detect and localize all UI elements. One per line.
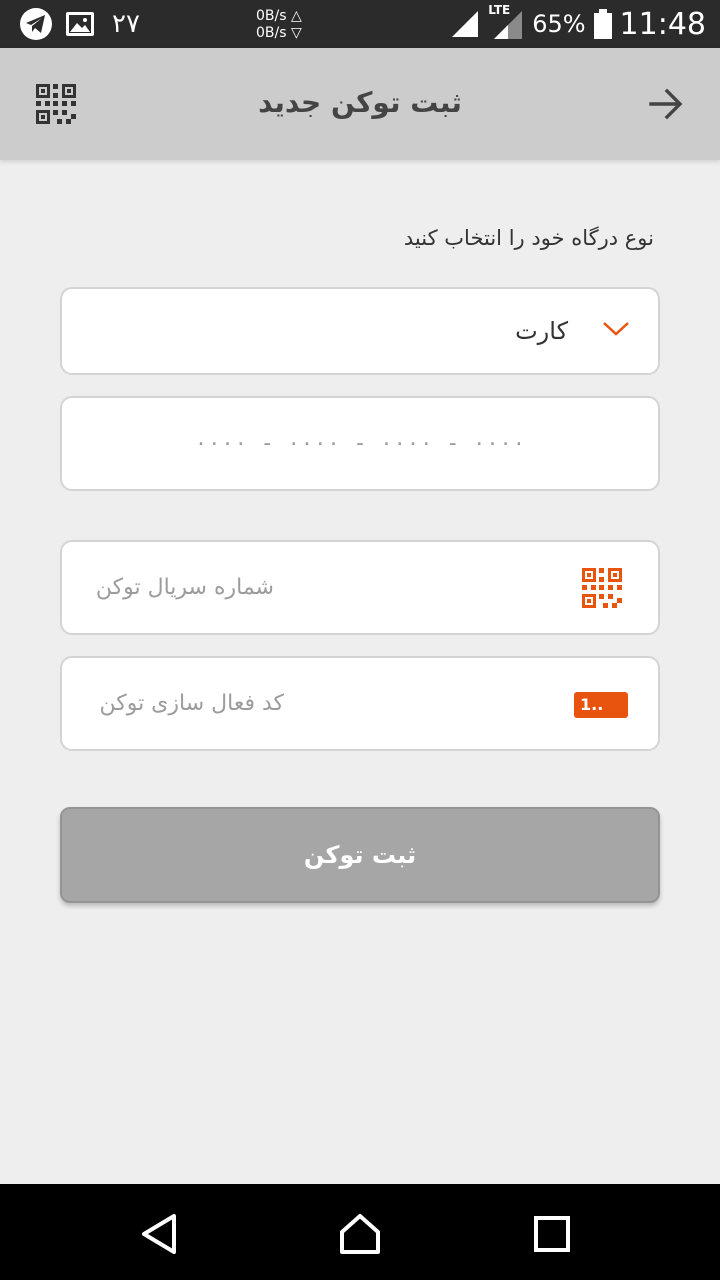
navigation-bar (0, 1184, 720, 1280)
chevron-down-icon (603, 322, 629, 336)
status-bar: ۲۷ 0B/s △ 0B/s ▽ LTE 65% 11:48 (0, 0, 720, 48)
page-title: ثبت توکن جدید (258, 86, 462, 119)
net-down-speed: 0B/s ▽ (256, 25, 302, 41)
arrow-right-icon[interactable] (648, 86, 684, 122)
serial-number-input[interactable] (84, 542, 274, 633)
status-time: 11:48 (619, 6, 706, 42)
gateway-selected-value: کارت (515, 317, 568, 345)
lte-signal-icon: LTE (488, 3, 524, 41)
telegram-icon (20, 8, 52, 40)
status-date: ۲۷ (112, 9, 140, 39)
token-device-icon: 1.. (574, 692, 628, 718)
back-triangle-icon[interactable] (138, 1212, 182, 1256)
card-number-field[interactable] (60, 396, 660, 491)
status-left: ۲۷ (20, 8, 140, 40)
net-up-speed: 0B/s △ (256, 8, 302, 24)
battery-icon (593, 9, 612, 39)
network-speed: 0B/s △ 0B/s ▽ (256, 8, 302, 42)
submit-token-button[interactable]: ثبت توکن (60, 807, 660, 903)
status-right: LTE 65% 11:48 (450, 3, 706, 42)
signal-icon (452, 11, 479, 37)
qr-code-icon[interactable] (582, 568, 622, 608)
gateway-select[interactable]: کارت (60, 287, 660, 375)
recent-apps-icon[interactable] (530, 1212, 574, 1256)
card-number-input[interactable] (62, 398, 658, 489)
serial-number-field[interactable] (60, 540, 660, 635)
gateway-label: نوع درگاه خود را انتخاب کنید (403, 226, 654, 250)
app-bar: ثبت توکن جدید (0, 48, 720, 160)
activation-code-field[interactable]: 1.. (60, 656, 660, 751)
activation-code-input[interactable] (84, 658, 284, 749)
battery-percent: 65% (532, 10, 586, 38)
image-icon (66, 12, 94, 36)
home-icon[interactable] (338, 1212, 382, 1256)
